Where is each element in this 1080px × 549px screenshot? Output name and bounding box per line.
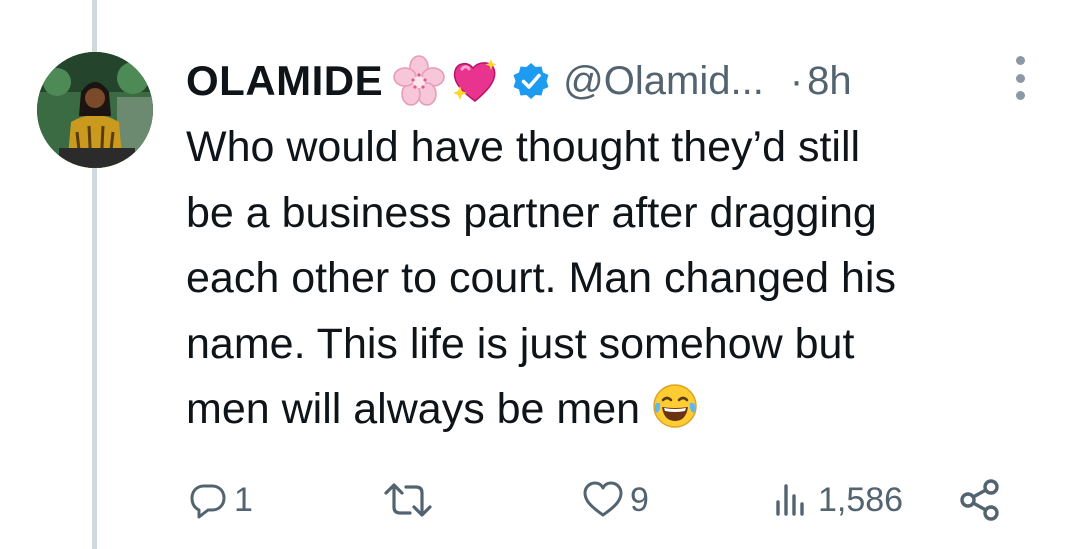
tweet-header: OLAMIDE @Olamid... · 8h (186, 50, 1036, 112)
tweet-text-line: men will always be men (186, 385, 641, 433)
sparkling-heart-icon (449, 55, 501, 107)
cherry-blossom-icon (393, 55, 445, 107)
tweet-text-line: each other to court. Man changed his (186, 254, 896, 302)
reply-icon (190, 484, 226, 519)
tweet-actions-bar: 1 9 1,586 (186, 470, 1036, 530)
retweet-icon (384, 483, 432, 517)
views-button[interactable]: 1,586 (772, 470, 903, 530)
handle[interactable]: @Olamid... (563, 59, 764, 104)
separator-dot: · (789, 58, 804, 103)
like-button[interactable]: 9 (582, 470, 649, 530)
tweet-text: Who would have thought they’d still be a… (186, 115, 1046, 443)
face-with-tears-of-joy-icon (653, 384, 697, 428)
share-button[interactable] (958, 470, 1002, 530)
reply-count: 1 (234, 480, 253, 519)
more-options-icon[interactable] (1012, 56, 1028, 100)
views-bar-chart-icon (776, 484, 804, 516)
timestamp[interactable]: 8h (807, 59, 852, 104)
display-name[interactable]: OLAMIDE (186, 57, 383, 105)
tweet-text-line: name. This life is just somehow but (186, 319, 855, 368)
tweet-text-last-line: men will always be men (186, 377, 1046, 443)
share-icon (960, 479, 999, 521)
tweet-text-line: be a business partner after dragging (186, 188, 877, 237)
heart-icon (583, 481, 623, 517)
avatar[interactable] (37, 52, 153, 168)
tweet-text-line: Who would have thought they’d still (186, 123, 861, 171)
verified-badge-icon (511, 61, 551, 101)
reply-button[interactable]: 1 (188, 470, 253, 530)
view-count: 1,586 (818, 480, 904, 519)
retweet-button[interactable] (382, 470, 440, 530)
like-count: 9 (630, 480, 649, 519)
